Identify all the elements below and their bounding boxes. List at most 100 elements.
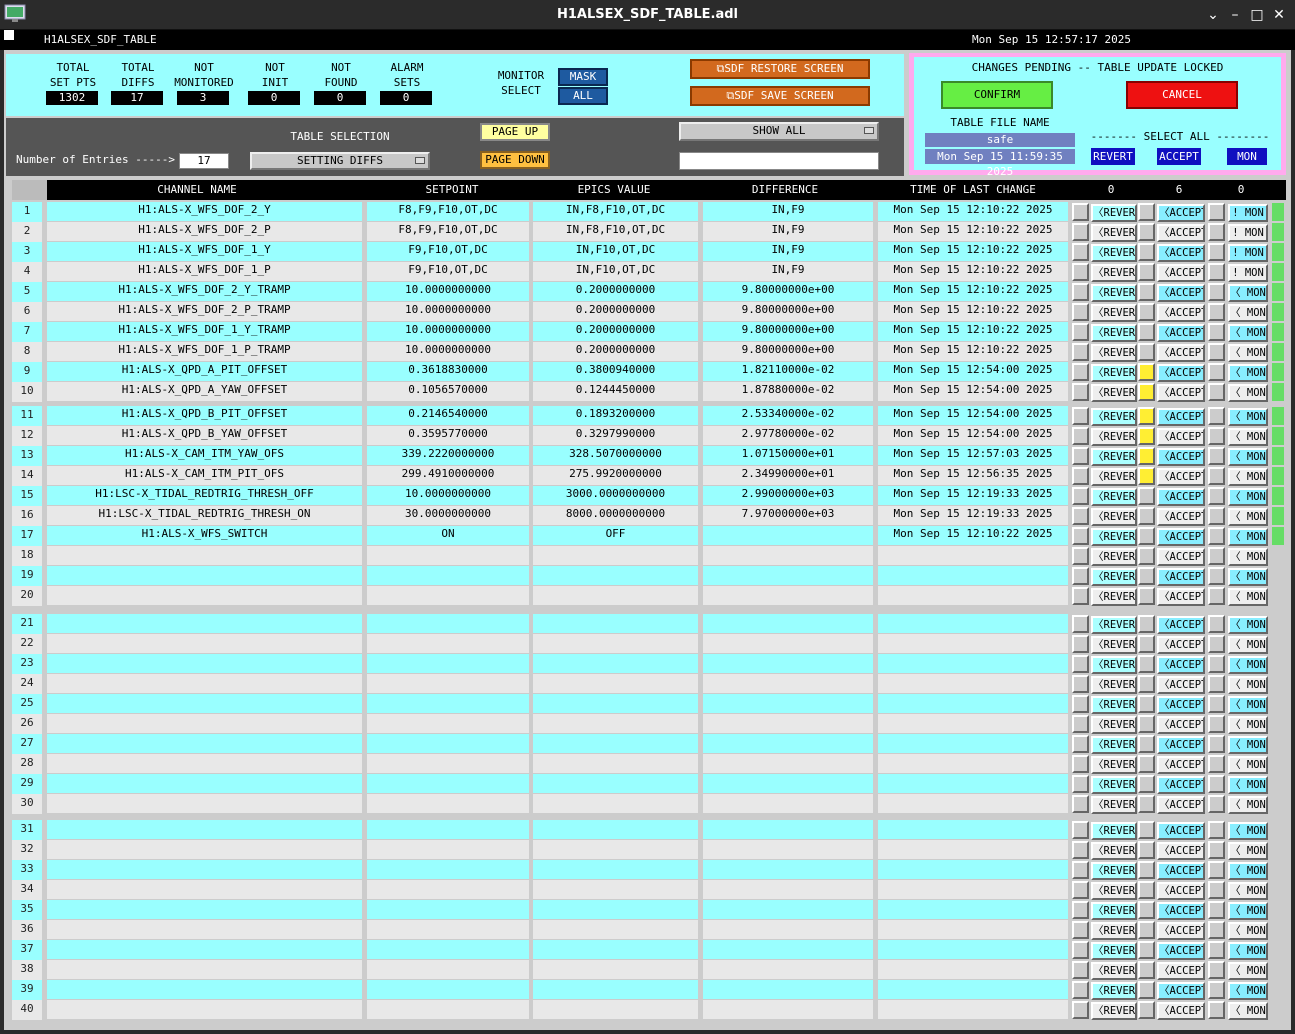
revert-button[interactable]: 〈REVERT: [1091, 902, 1137, 920]
mon-button[interactable]: ! MON: [1228, 244, 1268, 262]
accept-button[interactable]: 〈ACCEPT: [1157, 528, 1205, 546]
mon-checkbox[interactable]: [1208, 981, 1225, 999]
accept-checkbox[interactable]: [1138, 821, 1155, 839]
accept-button[interactable]: 〈ACCEPT: [1157, 204, 1205, 222]
mon-checkbox[interactable]: [1208, 447, 1225, 465]
accept-button[interactable]: 〈ACCEPT: [1157, 882, 1205, 900]
mon-button[interactable]: 〈 MON: [1228, 756, 1268, 774]
mon-checkbox[interactable]: [1208, 1001, 1225, 1019]
accept-checkbox[interactable]: [1138, 263, 1155, 281]
accept-checkbox[interactable]: [1138, 941, 1155, 959]
accept-checkbox[interactable]: [1138, 795, 1155, 813]
accept-checkbox[interactable]: [1138, 715, 1155, 733]
mon-checkbox[interactable]: [1208, 821, 1225, 839]
revert-button[interactable]: 〈REVERT: [1091, 716, 1137, 734]
revert-checkbox[interactable]: [1072, 343, 1089, 361]
accept-button[interactable]: 〈ACCEPT: [1157, 736, 1205, 754]
revert-checkbox[interactable]: [1072, 635, 1089, 653]
mon-button[interactable]: 〈 MON: [1228, 448, 1268, 466]
accept-button[interactable]: 〈ACCEPT: [1157, 384, 1205, 402]
accept-button[interactable]: 〈ACCEPT: [1157, 862, 1205, 880]
sdf-restore-button[interactable]: ⧉SDF RESTORE SCREEN: [690, 59, 870, 79]
mon-button[interactable]: 〈 MON: [1228, 548, 1268, 566]
accept-button[interactable]: 〈ACCEPT: [1157, 508, 1205, 526]
accept-button[interactable]: 〈ACCEPT: [1157, 548, 1205, 566]
select-all-mon-button[interactable]: MON: [1227, 148, 1267, 165]
mon-button[interactable]: 〈 MON: [1228, 962, 1268, 980]
revert-checkbox[interactable]: [1072, 881, 1089, 899]
accept-checkbox[interactable]: [1138, 363, 1155, 381]
mon-button[interactable]: 〈 MON: [1228, 616, 1268, 634]
mon-button[interactable]: 〈 MON: [1228, 862, 1268, 880]
accept-button[interactable]: 〈ACCEPT: [1157, 304, 1205, 322]
revert-checkbox[interactable]: [1072, 547, 1089, 565]
mon-checkbox[interactable]: [1208, 755, 1225, 773]
accept-button[interactable]: 〈ACCEPT: [1157, 776, 1205, 794]
revert-button[interactable]: 〈REVERT: [1091, 862, 1137, 880]
chevron-down-icon[interactable]: ⌄: [1203, 6, 1223, 24]
revert-button[interactable]: 〈REVERT: [1091, 428, 1137, 446]
mon-checkbox[interactable]: [1208, 841, 1225, 859]
revert-checkbox[interactable]: [1072, 795, 1089, 813]
mon-checkbox[interactable]: [1208, 383, 1225, 401]
mon-button[interactable]: 〈 MON: [1228, 468, 1268, 486]
revert-checkbox[interactable]: [1072, 487, 1089, 505]
revert-checkbox[interactable]: [1072, 527, 1089, 545]
accept-checkbox[interactable]: [1138, 283, 1155, 301]
mon-checkbox[interactable]: [1208, 467, 1225, 485]
mon-checkbox[interactable]: [1208, 303, 1225, 321]
accept-checkbox[interactable]: [1138, 383, 1155, 401]
confirm-button[interactable]: CONFIRM: [941, 81, 1053, 109]
accept-button[interactable]: 〈ACCEPT: [1157, 962, 1205, 980]
mon-button[interactable]: 〈 MON: [1228, 428, 1268, 446]
accept-button[interactable]: 〈ACCEPT: [1157, 716, 1205, 734]
accept-checkbox[interactable]: [1138, 861, 1155, 879]
revert-button[interactable]: 〈REVERT: [1091, 508, 1137, 526]
accept-checkbox[interactable]: [1138, 407, 1155, 425]
accept-button[interactable]: 〈ACCEPT: [1157, 1002, 1205, 1020]
revert-checkbox[interactable]: [1072, 675, 1089, 693]
mon-checkbox[interactable]: [1208, 323, 1225, 341]
revert-checkbox[interactable]: [1072, 363, 1089, 381]
menu-square-icon[interactable]: [4, 30, 14, 40]
mon-button[interactable]: 〈 MON: [1228, 942, 1268, 960]
mon-button[interactable]: 〈 MON: [1228, 922, 1268, 940]
minimize-icon[interactable]: –: [1225, 6, 1245, 24]
accept-checkbox[interactable]: [1138, 1001, 1155, 1019]
revert-checkbox[interactable]: [1072, 735, 1089, 753]
accept-button[interactable]: 〈ACCEPT: [1157, 264, 1205, 282]
accept-button[interactable]: 〈ACCEPT: [1157, 488, 1205, 506]
mon-button[interactable]: 〈 MON: [1228, 568, 1268, 586]
mon-checkbox[interactable]: [1208, 427, 1225, 445]
revert-checkbox[interactable]: [1072, 655, 1089, 673]
revert-button[interactable]: 〈REVERT: [1091, 922, 1137, 940]
revert-button[interactable]: 〈REVERT: [1091, 796, 1137, 814]
accept-checkbox[interactable]: [1138, 447, 1155, 465]
accept-button[interactable]: 〈ACCEPT: [1157, 616, 1205, 634]
mon-button[interactable]: 〈 MON: [1228, 736, 1268, 754]
accept-checkbox[interactable]: [1138, 527, 1155, 545]
accept-button[interactable]: 〈ACCEPT: [1157, 244, 1205, 262]
accept-checkbox[interactable]: [1138, 981, 1155, 999]
mon-checkbox[interactable]: [1208, 901, 1225, 919]
mon-button[interactable]: 〈 MON: [1228, 488, 1268, 506]
mon-checkbox[interactable]: [1208, 283, 1225, 301]
revert-button[interactable]: 〈REVERT: [1091, 942, 1137, 960]
mon-button[interactable]: 〈 MON: [1228, 384, 1268, 402]
accept-checkbox[interactable]: [1138, 615, 1155, 633]
accept-checkbox[interactable]: [1138, 841, 1155, 859]
mon-checkbox[interactable]: [1208, 775, 1225, 793]
close-icon[interactable]: ✕: [1269, 6, 1289, 24]
revert-checkbox[interactable]: [1072, 283, 1089, 301]
mon-button[interactable]: 〈 MON: [1228, 656, 1268, 674]
accept-button[interactable]: 〈ACCEPT: [1157, 284, 1205, 302]
accept-checkbox[interactable]: [1138, 675, 1155, 693]
revert-checkbox[interactable]: [1072, 427, 1089, 445]
revert-button[interactable]: 〈REVERT: [1091, 588, 1137, 606]
revert-button[interactable]: 〈REVERT: [1091, 548, 1137, 566]
mon-button[interactable]: ! MON: [1228, 264, 1268, 282]
accept-checkbox[interactable]: [1138, 303, 1155, 321]
revert-button[interactable]: 〈REVERT: [1091, 676, 1137, 694]
revert-button[interactable]: 〈REVERT: [1091, 488, 1137, 506]
revert-button[interactable]: 〈REVERT: [1091, 224, 1137, 242]
